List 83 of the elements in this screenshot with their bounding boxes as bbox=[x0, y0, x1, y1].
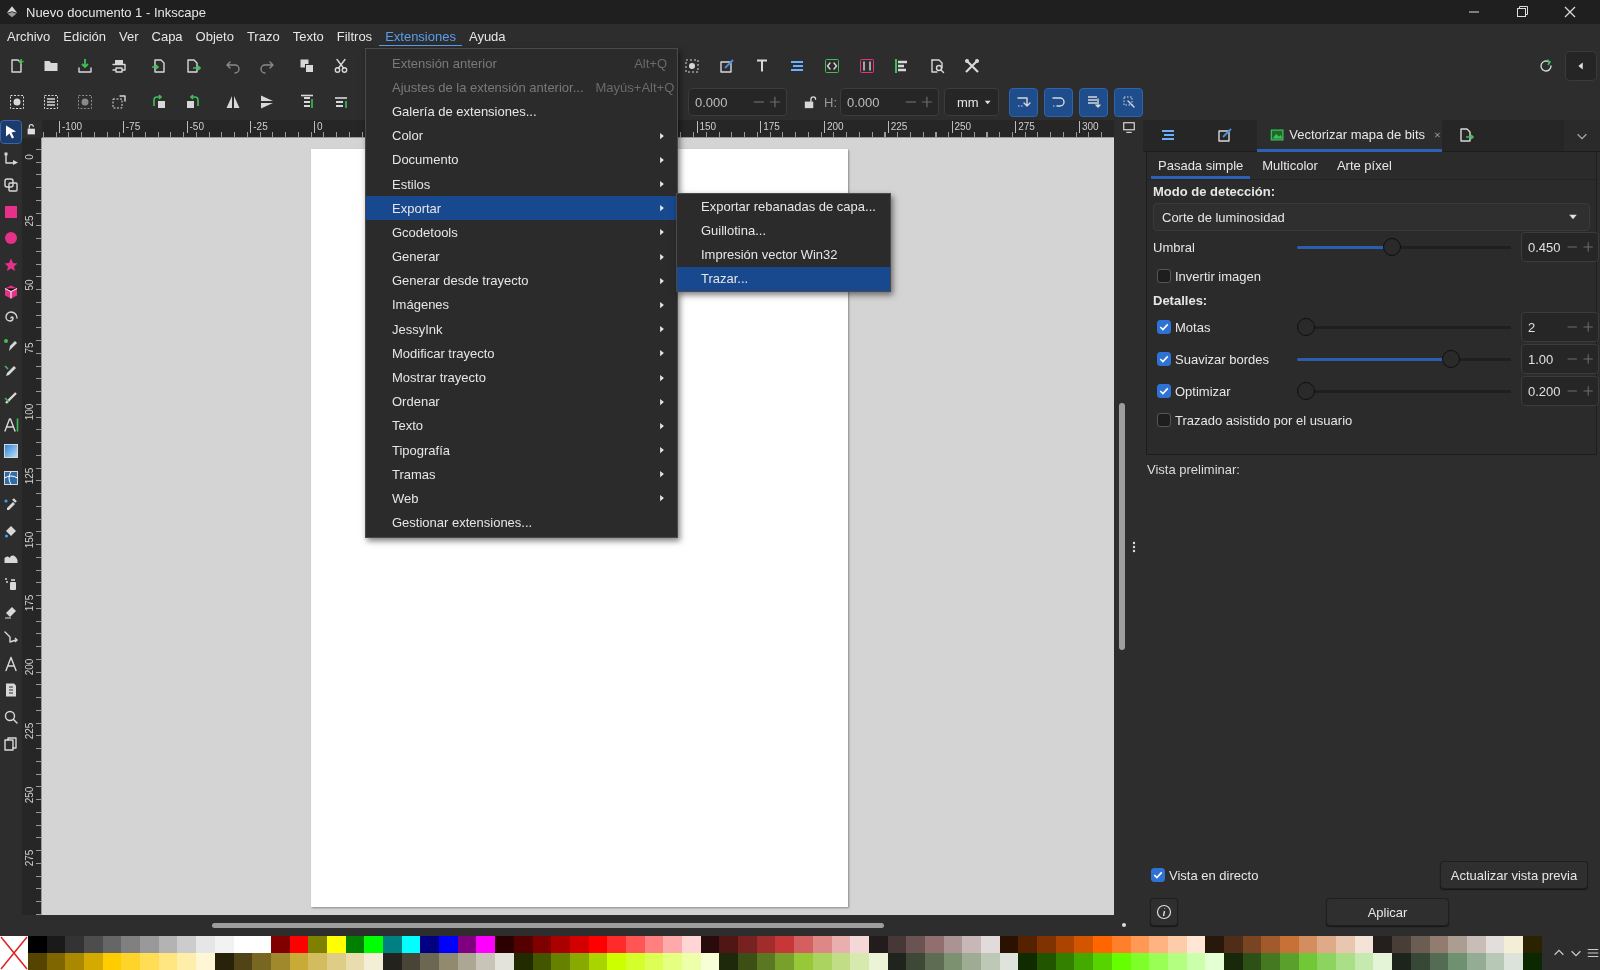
tab[interactable]: Arte píxel bbox=[1329, 152, 1399, 179]
ruler-label: 300 bbox=[1079, 121, 1099, 133]
ruler-label: 125 bbox=[24, 466, 36, 487]
ruler-label: 25 bbox=[24, 214, 36, 229]
window-title: Nuevo documento 1 - Inkscape bbox=[26, 4, 207, 20]
tab[interactable]: Pasada simple bbox=[1151, 152, 1251, 179]
menu-item[interactable]: JessyInk bbox=[366, 317, 677, 342]
ruler-label: -100 bbox=[59, 121, 82, 133]
ruler-label: 225 bbox=[887, 121, 908, 133]
menu-item[interactable]: Exportar bbox=[366, 196, 677, 221]
menu-item[interactable]: Objeto bbox=[189, 26, 240, 46]
ruler-label: 175 bbox=[760, 121, 780, 133]
number-field[interactable]: 0.000 bbox=[840, 88, 939, 116]
ruler-label: 0 bbox=[314, 121, 323, 133]
menu-item[interactable]: Impresión vector Win32 bbox=[677, 242, 890, 267]
checkbox-label: Invertir imagen bbox=[1175, 268, 1261, 284]
number-field[interactable]: 2 bbox=[1521, 312, 1599, 342]
menu-item[interactable]: Mostrar trayecto bbox=[366, 365, 677, 390]
menu-item[interactable]: Texto bbox=[366, 413, 677, 438]
ruler-label: -50 bbox=[186, 121, 204, 133]
dock-tab[interactable]: Vectorizar mapa de bits bbox=[1257, 120, 1442, 152]
menu-item[interactable]: Edición bbox=[57, 26, 112, 46]
menu-item[interactable]: Ayuda bbox=[462, 26, 512, 46]
ruler-label: 200 bbox=[24, 657, 36, 678]
ruler-label: 250 bbox=[951, 121, 972, 133]
ruler-label: 275 bbox=[24, 848, 36, 869]
menu-item[interactable]: Generar desde trayecto bbox=[366, 268, 677, 293]
checkbox-label: Optimizar bbox=[1175, 383, 1231, 399]
ruler-label: 200 bbox=[824, 121, 844, 133]
menu-item[interactable]: Tipografía bbox=[366, 438, 677, 463]
update-preview-button[interactable]: Actualizar vista previa bbox=[1440, 861, 1588, 889]
ruler-label: -75 bbox=[122, 121, 141, 133]
menu-item[interactable]: Imágenes bbox=[366, 292, 677, 318]
apply-button[interactable]: Aplicar bbox=[1326, 898, 1449, 926]
menu-item[interactable]: Web bbox=[366, 486, 677, 511]
ruler-label: -25 bbox=[250, 121, 268, 133]
ruler-label: 150 bbox=[696, 121, 717, 133]
number-field[interactable]: 0.200 bbox=[1521, 376, 1599, 406]
dropdown[interactable]: Corte de luminosidad bbox=[1153, 203, 1590, 231]
number-field[interactable]: 0.450 bbox=[1521, 232, 1599, 262]
menu-item[interactable]: Texto bbox=[286, 26, 330, 46]
ruler-label: 250 bbox=[24, 785, 36, 805]
ruler-label: 100 bbox=[24, 402, 36, 423]
menu-item[interactable]: Capa bbox=[145, 26, 189, 46]
tab[interactable]: Multicolor bbox=[1255, 152, 1325, 179]
menu-item[interactable]: Ver bbox=[113, 26, 145, 46]
menu-item[interactable]: Tramas bbox=[366, 462, 677, 487]
menu-item[interactable]: Modificar trayecto bbox=[366, 341, 677, 366]
checkbox-label: Trazado asistido por el usuario bbox=[1175, 412, 1353, 428]
section-label: Detalles: bbox=[1153, 291, 1209, 310]
menu-item[interactable]: Exportar rebanadas de capa... bbox=[677, 194, 890, 219]
ruler-label: 275 bbox=[1015, 121, 1035, 133]
field-label: H: bbox=[824, 94, 837, 110]
section-label: Vista preliminar: bbox=[1147, 460, 1241, 479]
tab-label: Vectorizar mapa de bits bbox=[1289, 127, 1426, 142]
menu-item[interactable]: Color bbox=[366, 123, 677, 148]
ruler-label: 175 bbox=[24, 593, 36, 614]
field-label: Umbral bbox=[1153, 239, 1196, 255]
unit-dropdown[interactable]: mm bbox=[944, 88, 999, 116]
menu-item[interactable]: Ordenar bbox=[366, 389, 677, 414]
menu-item[interactable]: Trazo bbox=[240, 26, 286, 46]
menu-item[interactable]: Gestionar extensiones... bbox=[366, 510, 677, 535]
number-field[interactable]: 0.000 bbox=[688, 88, 787, 116]
checkbox-label: Motas bbox=[1175, 319, 1211, 335]
checkbox-label: Suavizar bordes bbox=[1175, 351, 1269, 367]
ruler-label: 50 bbox=[24, 277, 36, 293]
ruler-label: 150 bbox=[24, 530, 36, 550]
menu-item[interactable]: Documento bbox=[366, 147, 677, 172]
menu-item[interactable]: Trazar... bbox=[677, 266, 890, 291]
checkbox-label: Vista en directo bbox=[1169, 867, 1259, 883]
ruler-label: 0 bbox=[24, 153, 36, 162]
menu-item[interactable]: Estilos bbox=[366, 171, 677, 197]
ruler-label: 75 bbox=[24, 341, 36, 356]
menu-item[interactable]: Generar bbox=[366, 244, 677, 269]
menu-item[interactable]: Gcodetools bbox=[366, 220, 677, 245]
menu-item[interactable]: Filtros bbox=[330, 26, 379, 46]
section-label: Modo de detección: bbox=[1153, 182, 1277, 201]
menu-item[interactable]: Extensiones bbox=[379, 26, 462, 46]
menu-item[interactable]: Guillotina... bbox=[677, 218, 890, 243]
menu-item[interactable]: Archivo bbox=[1, 26, 57, 46]
menu-item[interactable]: Galería de extensiones... bbox=[366, 99, 677, 124]
number-field[interactable]: 1.00 bbox=[1521, 344, 1599, 374]
ruler-label: 225 bbox=[24, 721, 36, 742]
